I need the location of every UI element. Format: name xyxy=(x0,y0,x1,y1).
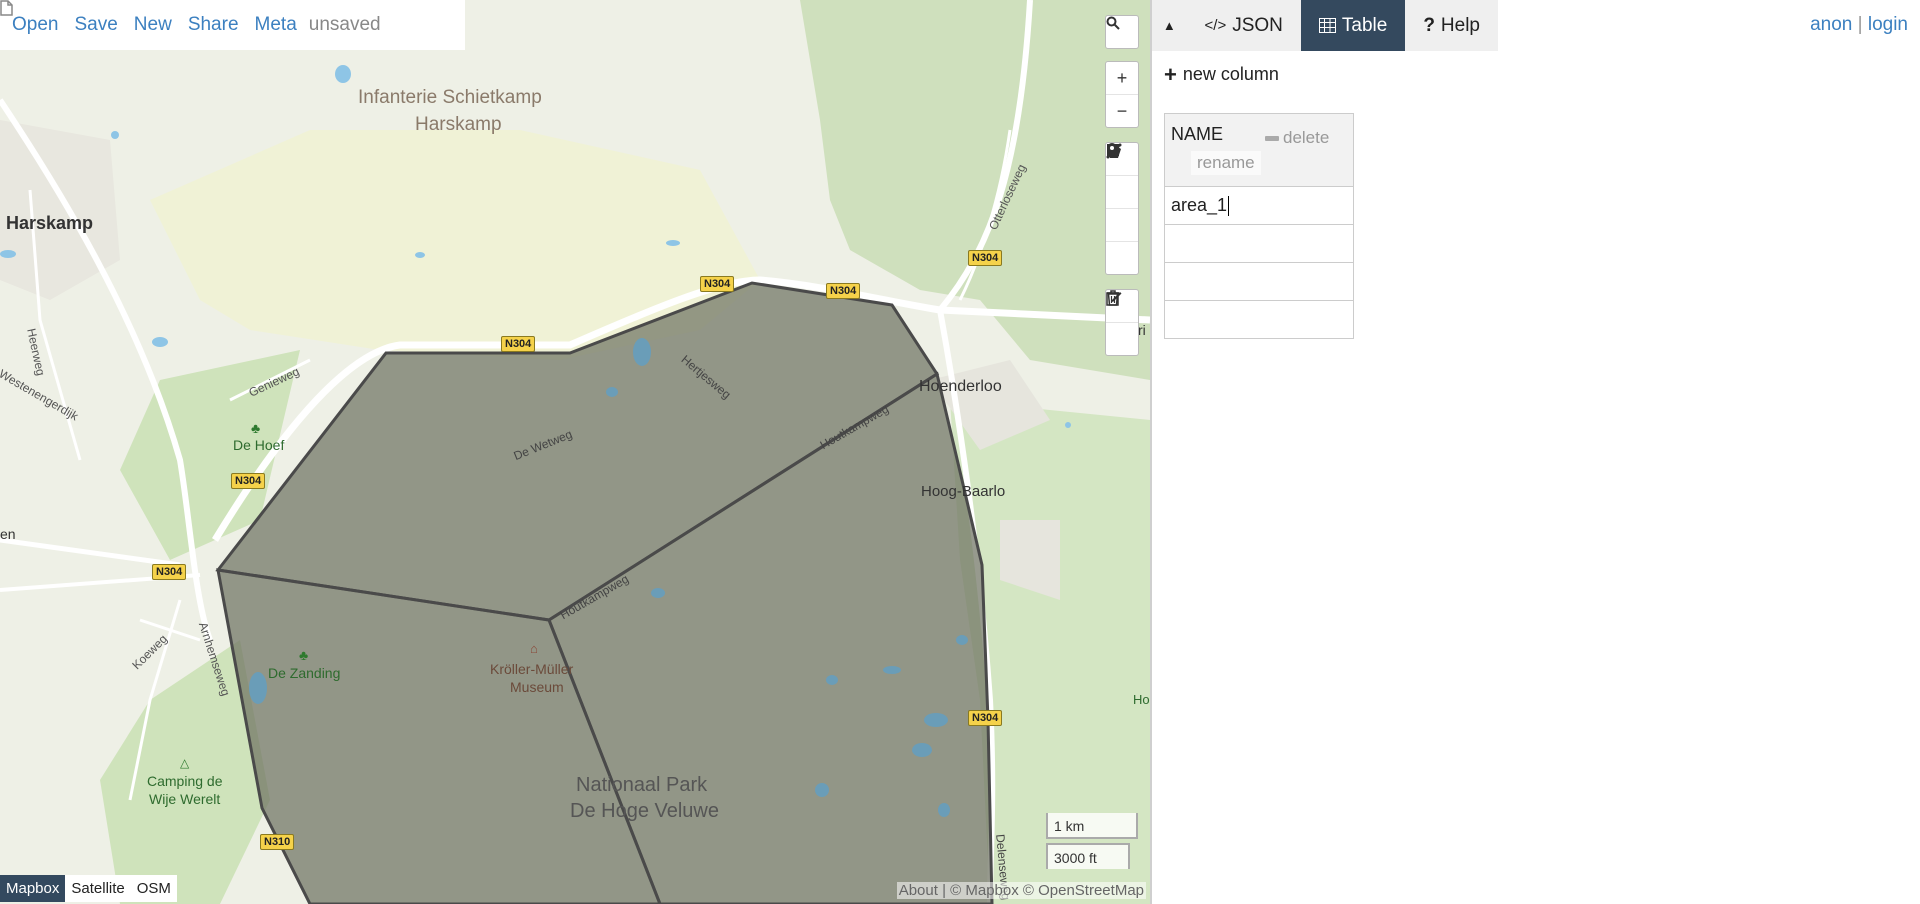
side-panel: ▲ </> JSON Table ? Help anon | login + n… xyxy=(1150,0,1920,904)
place-label: en xyxy=(0,526,16,542)
rename-column-button[interactable]: rename xyxy=(1191,151,1261,175)
zoom-in-button[interactable]: + xyxy=(1106,62,1138,94)
place-label: De Hoge Veluwe xyxy=(570,800,719,822)
tab-json-label: JSON xyxy=(1232,14,1283,36)
road-shield: N304 xyxy=(700,276,735,292)
road-shield: N304 xyxy=(826,283,861,299)
place-label: Museum xyxy=(510,679,564,695)
collapse-panel-button[interactable]: ▲ xyxy=(1152,0,1187,51)
plus-icon: + xyxy=(1164,61,1177,87)
map-attribution[interactable]: About | © Mapbox © OpenStreetMap xyxy=(896,882,1146,899)
login-link[interactable]: login xyxy=(1868,14,1908,35)
layer-satellite[interactable]: Satellite xyxy=(65,875,130,902)
code-icon: </> xyxy=(1204,17,1227,34)
properties-table: NAME delete rename area_1 xyxy=(1164,113,1354,339)
layer-switcher: Mapbox Satellite OSM xyxy=(0,875,177,902)
minus-icon xyxy=(1265,135,1279,141)
tab-help-label: Help xyxy=(1440,14,1480,36)
tree-icon: ♣ xyxy=(251,420,261,436)
zoom-out-button[interactable]: − xyxy=(1106,94,1138,127)
draw-marker-button[interactable] xyxy=(1106,143,1138,274)
minus-icon: − xyxy=(1116,100,1128,121)
museum-icon: ⌂ xyxy=(530,641,538,656)
table-row xyxy=(1164,300,1354,339)
save-button[interactable]: Save xyxy=(66,14,125,36)
meta-button[interactable]: Meta xyxy=(247,14,305,36)
camping-icon: △ xyxy=(180,756,190,770)
road-shield: N304 xyxy=(968,250,1003,266)
place-label: Hoenderloo xyxy=(919,378,1002,395)
new-button[interactable]: New xyxy=(126,14,180,36)
road-shield: N304 xyxy=(152,564,187,580)
place-label: Harskamp xyxy=(6,213,94,233)
plus-icon: + xyxy=(1116,67,1128,88)
tree-icon: ♣ xyxy=(299,647,309,663)
delete-layers-button[interactable] xyxy=(1106,290,1138,355)
place-label: Nationaal Park xyxy=(576,774,708,796)
place-label: Hoog-Baarlo xyxy=(921,483,1006,500)
new-column-button[interactable]: + new column xyxy=(1164,61,1279,87)
search-icon xyxy=(1106,16,1120,30)
draw-control xyxy=(1105,142,1139,275)
table-row xyxy=(1164,262,1354,301)
road-shield: N304 xyxy=(231,473,266,489)
question-icon: ? xyxy=(1423,14,1435,36)
tab-help[interactable]: ? Help xyxy=(1405,0,1498,51)
map-basemap xyxy=(0,0,1150,904)
delete-column-button[interactable]: delete xyxy=(1265,128,1329,148)
file-icon xyxy=(0,0,13,16)
auth-links: anon | login xyxy=(1810,14,1908,36)
file-status-label: unsaved xyxy=(308,14,381,35)
new-column-label: new column xyxy=(1182,64,1279,84)
place-label: Infanterie Schietkamp xyxy=(358,87,542,108)
edit-control xyxy=(1105,289,1139,356)
place-label: Wije Werelt xyxy=(149,791,221,807)
place-label: Camping de xyxy=(147,773,223,789)
road-shield: N304 xyxy=(501,336,536,352)
search-button[interactable] xyxy=(1106,16,1138,48)
place-label: De Zanding xyxy=(268,665,341,681)
marker-icon xyxy=(1107,143,1117,158)
draw-polygon-button[interactable] xyxy=(1106,144,1138,208)
search-control xyxy=(1105,15,1139,49)
place-label: Ho xyxy=(1133,692,1150,707)
column-header: NAME delete rename xyxy=(1164,113,1354,187)
auth-separator: | xyxy=(1857,14,1863,35)
caret-up-icon: ▲ xyxy=(1162,18,1176,33)
draw-rectangle-button[interactable] xyxy=(1106,144,1138,241)
delete-label: delete xyxy=(1283,128,1330,147)
place-label: De Hoef xyxy=(233,437,285,453)
tab-table[interactable]: Table xyxy=(1300,0,1406,51)
share-button[interactable]: Share xyxy=(180,14,247,36)
tab-json[interactable]: </> JSON xyxy=(1187,0,1301,51)
place-label: Kröller-Müller xyxy=(490,661,574,677)
scale-metric: 1 km xyxy=(1046,813,1138,839)
table-cell[interactable]: area_1 xyxy=(1164,186,1354,225)
file-status: unsaved xyxy=(0,0,381,36)
road-shield: N304 xyxy=(968,710,1003,726)
table-cell[interactable] xyxy=(1164,300,1354,339)
place-label: ri xyxy=(1138,322,1146,338)
file-menu-bar: Open Save New Share Meta unsaved xyxy=(0,0,465,50)
anon-link[interactable]: anon xyxy=(1810,14,1852,35)
trash-icon xyxy=(1107,290,1119,306)
cell-value[interactable]: area_1 xyxy=(1171,195,1227,215)
open-button[interactable]: Open xyxy=(4,14,66,36)
layer-mapbox[interactable]: Mapbox xyxy=(0,875,66,902)
table-icon xyxy=(1318,18,1336,33)
table-row xyxy=(1164,224,1354,263)
place-label: Harskamp xyxy=(415,114,502,135)
map-canvas[interactable]: Harskamp Infanterie Schietkamp Harskamp … xyxy=(0,0,1150,904)
table-cell[interactable] xyxy=(1164,262,1354,301)
text-caret xyxy=(1228,196,1230,217)
layer-osm[interactable]: OSM xyxy=(131,875,177,902)
table-cell[interactable] xyxy=(1164,224,1354,263)
panel-tabs: ▲ </> JSON Table ? Help xyxy=(1152,0,1498,51)
table-row: area_1 xyxy=(1164,186,1354,225)
road-shield: N310 xyxy=(260,834,295,850)
column-name: NAME xyxy=(1171,124,1224,144)
tab-table-label: Table xyxy=(1341,14,1388,36)
scale-imperial: 3000 ft xyxy=(1046,843,1130,869)
zoom-control: + − xyxy=(1105,61,1139,128)
